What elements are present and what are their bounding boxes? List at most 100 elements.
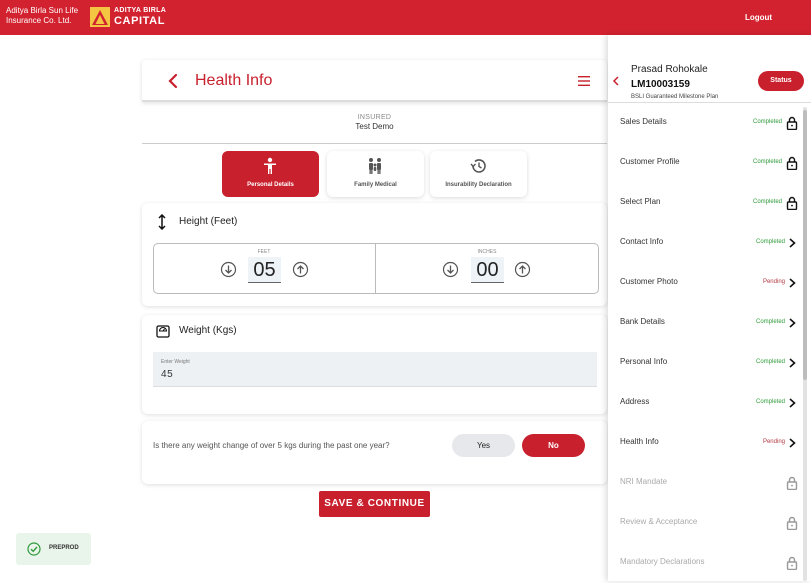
divider	[142, 143, 607, 144]
chevron-right-icon	[786, 316, 798, 330]
step-status: Pending	[762, 279, 785, 285]
step-select-plan[interactable]: Select Plan Completed	[608, 183, 803, 223]
tab-label: Insurability Declaration	[445, 182, 512, 188]
height-input-group: FEET 05 INCHES 00	[153, 243, 599, 294]
inches-value[interactable]: 00	[471, 257, 504, 283]
scrollbar-thumb[interactable]	[803, 110, 807, 380]
height-divider	[375, 244, 376, 293]
step-contact-info[interactable]: Contact Info Completed	[608, 223, 803, 263]
weight-field-label: Enter Weight	[161, 359, 190, 365]
step-health-info[interactable]: Health Info Pending	[608, 423, 803, 463]
step-sales-details[interactable]: Sales Details Completed	[608, 103, 803, 143]
feet-increment-icon[interactable]	[292, 261, 309, 278]
customer-id: LM10003159	[631, 79, 690, 90]
insured-name: Test Demo	[355, 122, 394, 131]
step-status: Completed	[752, 199, 782, 205]
inches-increment-icon[interactable]	[514, 261, 531, 278]
step-customer-profile[interactable]: Customer Profile Completed	[608, 143, 803, 183]
step-review-acceptance: Review & Acceptance	[608, 503, 803, 543]
page-header: Health Info	[142, 60, 607, 102]
step-label: Bank Details	[620, 317, 665, 326]
step-label: Review & Acceptance	[620, 517, 698, 526]
step-status: Completed	[755, 399, 785, 405]
company-logo-text: Aditya Birla Sun Life Insurance Co. Ltd.	[6, 6, 86, 26]
weighing-scale-icon	[156, 325, 170, 338]
step-label: Customer Photo	[620, 277, 678, 286]
environment-label: PREPROD	[49, 545, 79, 551]
feet-decrement-icon[interactable]	[220, 261, 237, 278]
step-customer-photo[interactable]: Customer Photo Pending	[608, 263, 803, 303]
brand-line2: CAPITAL	[114, 15, 166, 27]
collapse-chevron-icon[interactable]	[612, 76, 620, 86]
chevron-right-icon	[786, 436, 798, 450]
vertical-arrows-icon	[158, 214, 166, 230]
step-label: NRI Mandate	[620, 477, 668, 486]
weight-field[interactable]: Enter Weight 45	[153, 352, 597, 387]
hamburger-menu-icon[interactable]	[578, 75, 590, 87]
step-status: Pending	[762, 439, 785, 445]
step-personal-info[interactable]: Personal Info Completed	[608, 343, 803, 383]
step-label: Contact Info	[620, 237, 664, 246]
save-continue-button[interactable]: SAVE & CONTINUE	[319, 491, 430, 517]
height-title: Height (Feet)	[179, 216, 238, 227]
lock-icon	[786, 156, 798, 171]
check-circle-icon	[27, 542, 41, 556]
person-icon	[264, 157, 276, 174]
lock-icon	[786, 116, 798, 131]
abc-logo-icon	[90, 7, 110, 27]
customer-name: Prasad Rohokale	[631, 64, 708, 75]
progress-sidebar: Prasad Rohokale LM10003159 BSLI Guarante…	[608, 35, 811, 581]
feet-value[interactable]: 05	[248, 257, 281, 283]
step-status: Completed	[752, 119, 782, 125]
tab-insurability-declaration[interactable]: Insurability Declaration	[430, 151, 527, 197]
step-bank-details[interactable]: Bank Details Completed	[608, 303, 803, 343]
question-text: Is there any weight change of over 5 kgs…	[153, 441, 390, 450]
history-icon	[470, 159, 486, 173]
status-button[interactable]: Status	[758, 71, 804, 91]
tab-family-medical[interactable]: Family Medical	[327, 151, 424, 197]
back-arrow-icon[interactable]	[166, 72, 180, 90]
yes-button[interactable]: Yes	[452, 434, 515, 457]
weight-change-question: Is there any weight change of over 5 kgs…	[142, 421, 607, 484]
step-status: Completed	[755, 359, 785, 365]
page-title: Health Info	[195, 72, 273, 89]
inches-decrement-icon[interactable]	[442, 261, 459, 278]
top-bar: Aditya Birla Sun Life Insurance Co. Ltd.…	[0, 0, 811, 35]
plan-name: BSLI Guaranteed Milestone Plan	[631, 94, 719, 100]
tab-label: Personal Details	[247, 182, 294, 188]
step-label: Customer Profile	[620, 157, 680, 166]
step-label: Sales Details	[620, 117, 667, 126]
no-button[interactable]: No	[522, 434, 585, 457]
environment-badge: PREPROD	[16, 533, 91, 565]
chevron-right-icon	[786, 396, 798, 410]
step-status: Completed	[755, 319, 785, 325]
step-status: Completed	[755, 239, 785, 245]
chevron-right-icon	[786, 356, 798, 370]
step-status: Completed	[752, 159, 782, 165]
chevron-right-icon	[786, 276, 798, 290]
step-address[interactable]: Address Completed	[608, 383, 803, 423]
customer-header: Prasad Rohokale LM10003159 BSLI Guarante…	[608, 60, 811, 103]
logout-button[interactable]: Logout	[745, 13, 772, 22]
step-label: Select Plan	[620, 197, 661, 206]
weight-value[interactable]: 45	[161, 369, 173, 380]
step-nri-mandate: NRI Mandate	[608, 463, 803, 503]
inches-label: INCHES	[477, 249, 497, 255]
lock-icon	[786, 556, 798, 571]
insured-info: INSURED Test Demo	[142, 114, 607, 131]
lock-icon	[786, 196, 798, 211]
brand-line1: ADITYA BIRLA	[114, 7, 167, 14]
company-name-line2: Insurance Co. Ltd.	[6, 16, 72, 25]
family-icon	[369, 158, 381, 174]
step-label: Personal Info	[620, 357, 668, 366]
lock-icon	[786, 516, 798, 531]
insured-label: INSURED	[357, 114, 392, 121]
weight-section: Weight (Kgs) Enter Weight 45	[142, 315, 607, 414]
step-label: Address	[620, 397, 650, 406]
tab-personal-details[interactable]: Personal Details	[222, 151, 319, 197]
chevron-right-icon	[786, 236, 798, 250]
height-section: Height (Feet) FEET 05 INCHES 00	[142, 203, 607, 306]
tab-label: Family Medical	[354, 182, 397, 188]
aditya-birla-capital-logo: ADITYA BIRLA CAPITAL	[90, 7, 170, 29]
company-name-line1: Aditya Birla Sun Life	[6, 6, 79, 15]
